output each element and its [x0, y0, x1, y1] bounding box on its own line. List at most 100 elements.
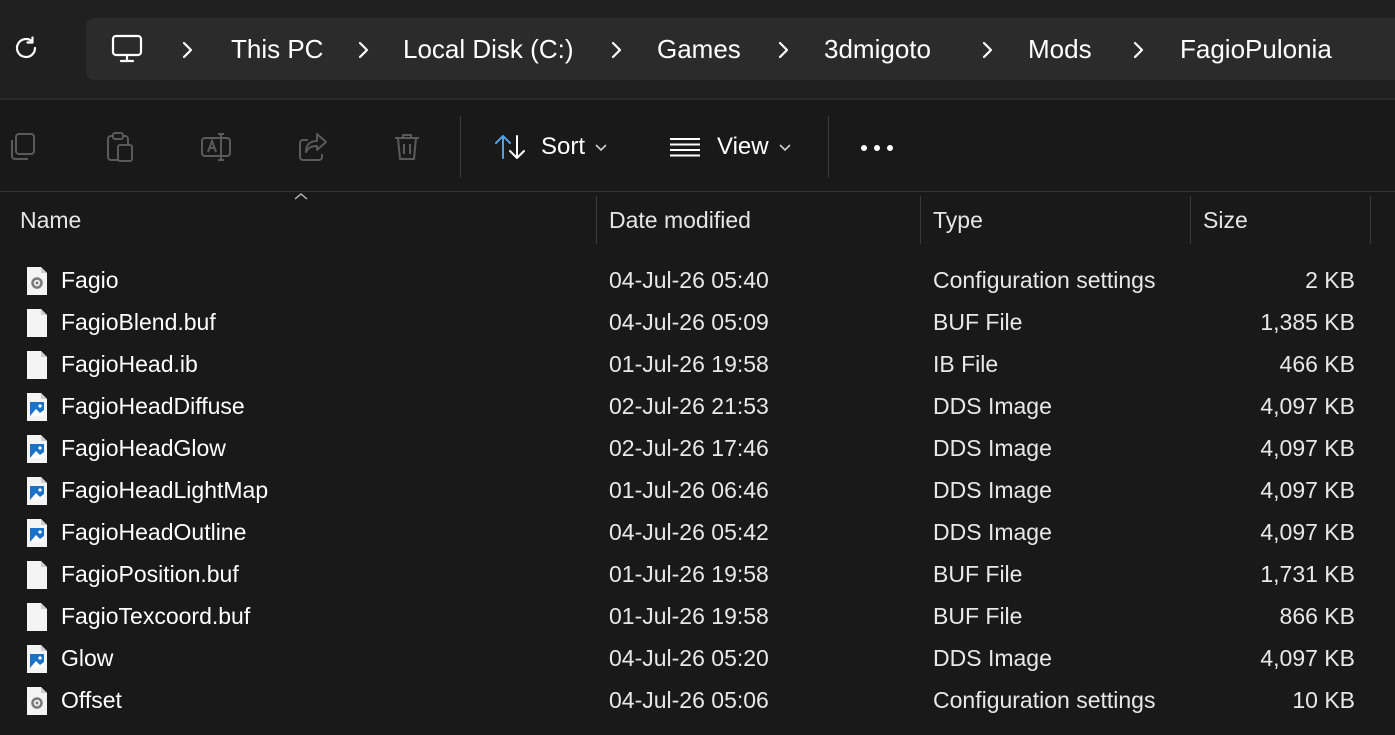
- column-header-type[interactable]: Type: [933, 192, 1183, 244]
- sort-icon: [495, 135, 525, 159]
- breadcrumb[interactable]: This PC Local Disk (C:) Games 3dmigoto M…: [86, 18, 1395, 80]
- breadcrumb-item-3dmigoto[interactable]: 3dmigoto: [824, 33, 931, 65]
- chevron-right-icon[interactable]: [178, 40, 196, 60]
- copy-icon[interactable]: [6, 130, 40, 164]
- file-date: 04-Jul-26 05:06: [609, 687, 769, 713]
- file-type: BUF File: [933, 603, 1023, 629]
- toolbar-separator: [828, 116, 829, 178]
- file-type: Configuration settings: [933, 267, 1156, 293]
- share-icon[interactable]: [296, 130, 330, 164]
- column-separator[interactable]: [1370, 196, 1371, 244]
- file-row[interactable]: FagioHead.ib 01-Jul-26 19:58 IB File 466…: [0, 343, 1395, 385]
- file-size: 4,097 KB: [1260, 435, 1355, 461]
- paste-icon[interactable]: [103, 130, 137, 164]
- file-type: BUF File: [933, 309, 1023, 335]
- file-type: IB File: [933, 351, 999, 377]
- refresh-button[interactable]: [8, 30, 44, 66]
- file-name: Offset: [61, 687, 122, 713]
- file-name: FagioHeadLightMap: [61, 477, 269, 503]
- file-size: 4,097 KB: [1260, 477, 1355, 503]
- view-label: View: [717, 133, 769, 160]
- file-icon: [27, 351, 47, 379]
- this-pc-icon[interactable]: [110, 32, 144, 66]
- breadcrumb-item-local-disk[interactable]: Local Disk (C:): [403, 33, 573, 65]
- file-size: 10 KB: [1292, 687, 1355, 713]
- sort-label: Sort: [541, 133, 586, 160]
- column-header-name[interactable]: Name: [20, 192, 590, 244]
- chevron-right-icon[interactable]: [774, 40, 792, 60]
- image-file-icon: [27, 393, 47, 421]
- file-type: DDS Image: [933, 645, 1052, 671]
- chevron-right-icon[interactable]: [978, 40, 996, 60]
- file-name: Fagio: [61, 267, 119, 293]
- toolbar-separator: [460, 116, 461, 178]
- address-bar: This PC Local Disk (C:) Games 3dmigoto M…: [0, 0, 1395, 98]
- chevron-right-icon[interactable]: [354, 40, 372, 60]
- file-name: FagioHeadGlow: [61, 435, 226, 461]
- breadcrumb-item-mods[interactable]: Mods: [1028, 33, 1092, 65]
- file-size: 2 KB: [1305, 267, 1355, 293]
- image-file-icon: [27, 435, 47, 463]
- image-file-icon: [27, 477, 47, 505]
- sort-button[interactable]: Sort: [493, 130, 607, 164]
- image-file-icon: [27, 519, 47, 547]
- more-options-icon[interactable]: [860, 144, 894, 152]
- column-separator[interactable]: [1190, 196, 1191, 244]
- image-file-icon: [27, 645, 47, 673]
- file-date: 02-Jul-26 17:46: [609, 435, 769, 461]
- delete-icon[interactable]: [390, 130, 424, 164]
- file-date: 02-Jul-26 21:53: [609, 393, 769, 419]
- file-icon: [27, 603, 47, 631]
- file-name: FagioHeadOutline: [61, 519, 247, 545]
- file-date: 01-Jul-26 06:46: [609, 477, 769, 503]
- file-name: FagioHead.ib: [61, 351, 198, 377]
- breadcrumb-item-this-pc[interactable]: This PC: [231, 33, 323, 65]
- file-type: DDS Image: [933, 519, 1052, 545]
- file-row[interactable]: FagioHeadOutline 04-Jul-26 05:42 DDS Ima…: [0, 511, 1395, 553]
- column-separator[interactable]: [920, 196, 921, 244]
- file-row[interactable]: FagioBlend.buf 04-Jul-26 05:09 BUF File …: [0, 301, 1395, 343]
- view-list-icon: [670, 138, 700, 157]
- file-row[interactable]: Glow 04-Jul-26 05:20 DDS Image 4,097 KB: [0, 637, 1395, 679]
- file-type: DDS Image: [933, 435, 1052, 461]
- file-date: 04-Jul-26 05:40: [609, 267, 769, 293]
- refresh-icon: [15, 36, 37, 59]
- file-type: BUF File: [933, 561, 1023, 587]
- column-header-date[interactable]: Date modified: [609, 192, 909, 244]
- file-date: 04-Jul-26 05:20: [609, 645, 769, 671]
- file-row[interactable]: Offset 04-Jul-26 05:06 Configuration set…: [0, 679, 1395, 721]
- chevron-down-icon: [779, 144, 791, 152]
- file-row[interactable]: FagioHeadGlow 02-Jul-26 17:46 DDS Image …: [0, 427, 1395, 469]
- command-bar: Sort View: [0, 100, 1395, 192]
- file-name: Glow: [61, 645, 114, 671]
- file-size: 466 KB: [1279, 351, 1355, 377]
- file-size: 4,097 KB: [1260, 519, 1355, 545]
- file-icon: [27, 561, 47, 589]
- breadcrumb-item-games[interactable]: Games: [657, 33, 741, 65]
- chevron-down-icon: [595, 144, 607, 152]
- file-date: 04-Jul-26 05:09: [609, 309, 769, 335]
- file-row[interactable]: FagioPosition.buf 01-Jul-26 19:58 BUF Fi…: [0, 553, 1395, 595]
- file-icon: [27, 309, 47, 337]
- view-button[interactable]: View: [668, 130, 791, 164]
- file-name: FagioHeadDiffuse: [61, 393, 245, 419]
- file-name: FagioBlend.buf: [61, 309, 216, 335]
- chevron-right-icon[interactable]: [607, 40, 625, 60]
- config-file-icon: [27, 687, 47, 715]
- file-type: Configuration settings: [933, 687, 1156, 713]
- chevron-right-icon[interactable]: [1129, 40, 1147, 60]
- breadcrumb-item-fagiopulonia[interactable]: FagioPulonia: [1180, 33, 1332, 65]
- file-row[interactable]: FagioHeadLightMap 01-Jul-26 06:46 DDS Im…: [0, 469, 1395, 511]
- file-row[interactable]: Fagio 04-Jul-26 05:40 Configuration sett…: [0, 259, 1395, 301]
- file-date: 01-Jul-26 19:58: [609, 561, 769, 587]
- file-row[interactable]: FagioHeadDiffuse 02-Jul-26 21:53 DDS Ima…: [0, 385, 1395, 427]
- file-size: 1,385 KB: [1260, 309, 1355, 335]
- file-size: 4,097 KB: [1260, 393, 1355, 419]
- rename-icon[interactable]: [199, 130, 233, 164]
- file-name: FagioPosition.buf: [61, 561, 239, 587]
- file-row[interactable]: FagioTexcoord.buf 01-Jul-26 19:58 BUF Fi…: [0, 595, 1395, 637]
- column-header-size[interactable]: Size: [1203, 192, 1363, 244]
- file-type: DDS Image: [933, 477, 1052, 503]
- column-separator[interactable]: [596, 196, 597, 244]
- file-size: 1,731 KB: [1260, 561, 1355, 587]
